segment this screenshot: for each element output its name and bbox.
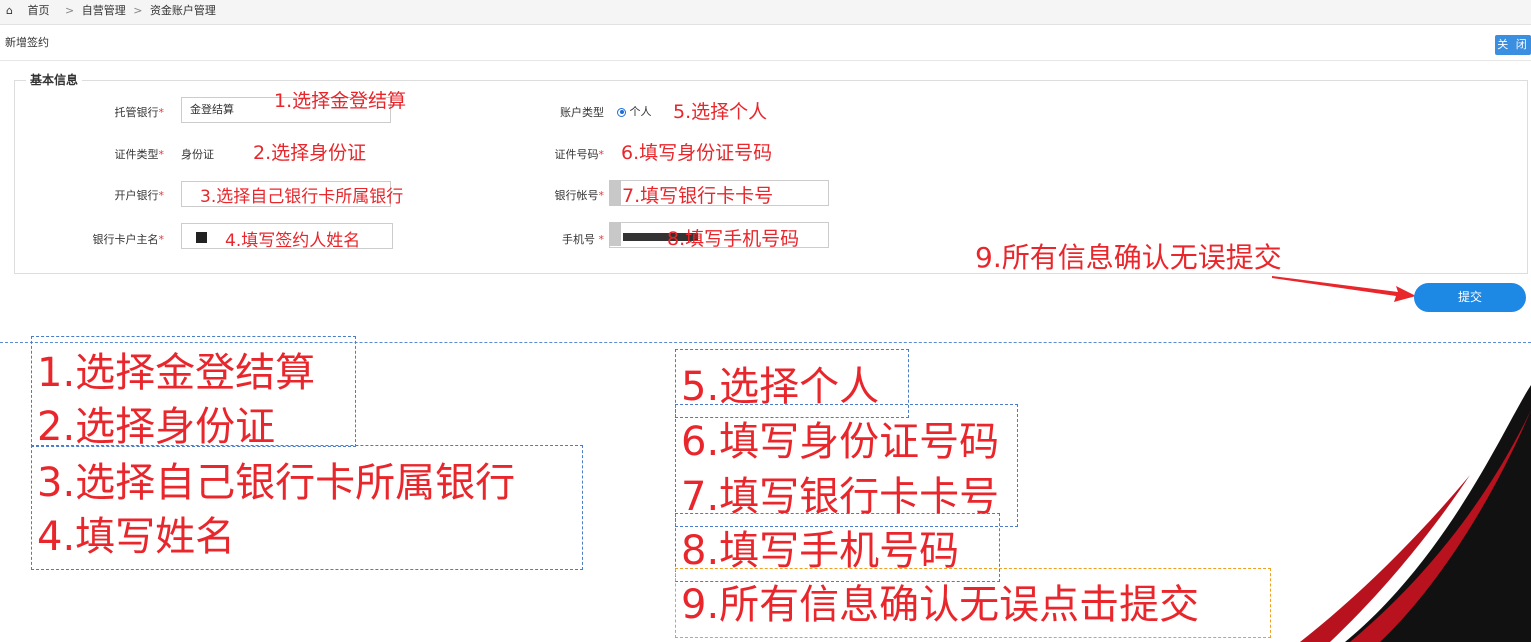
breadcrumb-item-self-operated[interactable]: 自营管理 [82,0,126,22]
page-title: 新增签约 [5,36,49,49]
redaction-bar [609,222,621,246]
redaction-bar [609,180,621,206]
breadcrumb-item-fund-account[interactable]: 资金账户管理 [150,0,216,22]
account-type-option: 个人 [629,105,652,118]
id-number-label: 证件号码* [554,148,605,161]
note-left-1: 1.选择金登结算 [37,350,316,396]
note-right-7: 7.填写银行卡卡号 [681,474,1000,520]
annotation-step-3: 3.选择自己银行卡所属银行 [200,187,404,207]
arrow-icon [1272,276,1416,302]
annotation-step-4: 4.填写签约人姓名 [225,231,361,251]
annotation-step-8: 8.填写手机号码 [667,228,800,250]
note-right-8: 8.填写手机号码 [681,528,960,574]
bank-account-label: 银行帐号* [554,189,605,202]
submit-button[interactable]: 提交 [1414,283,1526,312]
decorative-corner [1300,385,1531,642]
account-type-label: 账户类型 [560,106,604,119]
custodian-bank-value: 金登结算 [190,103,234,116]
note-right-6: 6.填写身份证号码 [681,419,1000,465]
note-left-3: 3.选择自己银行卡所属银行 [37,460,516,506]
breadcrumb: ⌂ 首页 > 自营管理 > 资金账户管理 [0,0,1531,25]
custodian-bank-label: 托管银行* [114,106,165,119]
close-button[interactable]: 关 闭 [1495,35,1531,55]
redaction-block [196,232,207,243]
radio-selected-icon [617,107,626,117]
annotation-step-7: 7.填写银行卡卡号 [622,185,774,207]
annotation-step-9: 9.所有信息确认无误提交 [975,241,1282,274]
annotation-step-5: 5.选择个人 [673,101,768,123]
note-right-5: 5.选择个人 [681,364,880,410]
account-type-radio-personal[interactable]: 个人 [617,103,652,119]
breadcrumb-separator: > [65,4,75,17]
account-holder-label: 银行卡户主名* [92,233,165,246]
annotation-step-2: 2.选择身份证 [253,142,367,164]
note-left-4: 4.填写姓名 [37,514,236,560]
id-type-label: 证件类型* [114,148,165,161]
open-bank-label: 开户银行* [114,189,165,202]
page-header: 新增签约 [0,27,1531,61]
annotation-step-6: 6.填写身份证号码 [621,142,773,164]
section-legend: 基本信息 [26,71,83,88]
note-right-9: 9.所有信息确认无误点击提交 [681,582,1200,628]
breadcrumb-home[interactable]: 首页 [28,0,50,22]
annotation-step-1: 1.选择金登结算 [274,90,407,112]
breadcrumb-separator: > [133,4,143,17]
note-left-2: 2.选择身份证 [37,404,276,450]
phone-label: 手机号 * [562,233,604,246]
home-icon[interactable]: ⌂ [6,0,18,22]
id-type-value[interactable]: 身份证 [181,146,214,162]
